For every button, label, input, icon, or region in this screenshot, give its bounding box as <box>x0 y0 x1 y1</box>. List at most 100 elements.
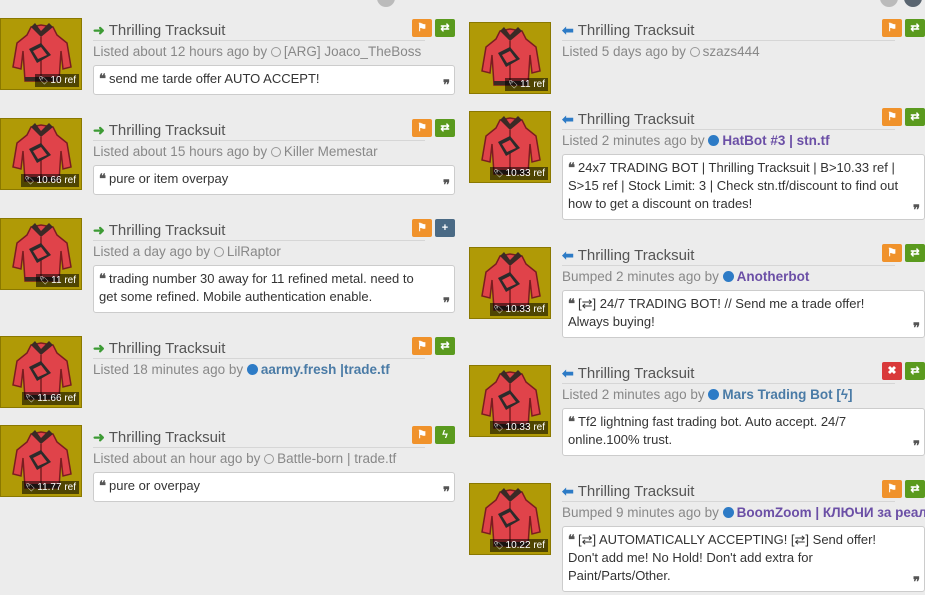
report-flag-button[interactable]: ⚑ <box>412 337 432 355</box>
user-link[interactable]: aarmy.fresh |trade.tf <box>261 362 390 377</box>
listing-title-row: ➜ Thrilling Tracksuit ⚑ ⇄ <box>93 337 455 359</box>
item-thumbnail[interactable]: 🏷 10.66 ref <box>0 118 82 190</box>
item-name[interactable]: Thrilling Tracksuit <box>109 22 226 39</box>
item-name[interactable]: Thrilling Tracksuit <box>578 365 695 382</box>
user-link[interactable]: HatBot #3 | stn.tf <box>722 133 829 148</box>
listing-info: ⬅ Thrilling Tracksuit ⚑ ⇄ Listed 5 days ag… <box>562 19 925 59</box>
listing-actions: ⚑ ⇄ <box>412 19 455 37</box>
item-name[interactable]: Thrilling Tracksuit <box>109 222 226 239</box>
report-flag-button[interactable]: ⚑ <box>412 19 432 37</box>
quote-close-icon: ❞ <box>913 574 920 589</box>
user-link[interactable]: BoomZoom | КЛЮЧИ за реал <box>737 505 925 520</box>
price-tag-icon: 🏷 <box>508 80 519 89</box>
offline-status-icon <box>270 47 281 57</box>
item-thumbnail[interactable]: 🏷 10 ref <box>0 18 82 90</box>
send-trade-offer-button[interactable]: ⇄ <box>905 362 925 380</box>
listed-time: Listed about 12 hours ago by <box>93 44 268 59</box>
listing-info: ⬅ Thrilling Tracksuit ⚑ ⇄ Listed 2 minutes… <box>562 108 925 220</box>
listing-meta: Listed about 15 hours ago by Killer Meme… <box>93 144 455 159</box>
report-flag-button[interactable]: ⚑ <box>882 19 902 37</box>
item-thumbnail[interactable]: 🏷 10.33 ref <box>469 247 551 319</box>
sell-arrow-icon: ⬅ <box>562 22 574 38</box>
listing-actions: ⚑ ϟ <box>412 426 455 444</box>
item-thumbnail[interactable]: 🏷 11 ref <box>469 22 551 94</box>
listing-title-row: ⬅ Thrilling Tracksuit ✖ ⇄ <box>562 362 925 384</box>
online-status-icon <box>722 271 734 282</box>
user-link[interactable]: Battle-born | trade.tf <box>277 451 396 466</box>
listed-time: Listed a day ago by <box>93 244 211 259</box>
price-value: 10.33 ref <box>505 422 545 433</box>
report-flag-button[interactable]: ⚑ <box>412 119 432 137</box>
listing-actions: ⚑ ⇄ <box>882 19 925 37</box>
online-status-icon <box>708 135 720 146</box>
price-tag-icon: 🏷 <box>38 76 49 85</box>
report-flag-button[interactable]: ⚑ <box>882 480 902 498</box>
report-flag-button[interactable]: ⚑ <box>882 108 902 126</box>
item-name[interactable]: Thrilling Tracksuit <box>578 247 695 264</box>
item-name[interactable]: Thrilling Tracksuit <box>109 340 226 357</box>
sell-arrow-icon: ⬅ <box>562 483 574 499</box>
add-friend-button[interactable]: + <box>435 219 455 237</box>
listing-comment: ❝ trading number 30 away for 11 refined m… <box>93 265 455 313</box>
price-badge: 🏷 11 ref <box>505 78 548 91</box>
report-flag-button[interactable]: ⚑ <box>882 244 902 262</box>
item-name[interactable]: Thrilling Tracksuit <box>109 122 226 139</box>
item-name[interactable]: Thrilling Tracksuit <box>578 22 695 39</box>
listing-title-row: ⬅ Thrilling Tracksuit ⚑ ⇄ <box>562 108 925 130</box>
user-link[interactable]: [ARG] Joaco_TheBoss <box>284 44 421 59</box>
quote-open-icon: ❝ <box>568 296 575 311</box>
item-thumbnail[interactable]: 🏷 11 ref <box>0 218 82 290</box>
buy-arrow-icon: ➜ <box>93 222 105 238</box>
partial-button-icon <box>377 0 395 7</box>
quote-open-icon: ❝ <box>99 71 106 86</box>
send-trade-offer-button[interactable]: ⇄ <box>905 480 925 498</box>
price-badge: 🏷 10.66 ref <box>21 174 79 187</box>
send-trade-offer-button[interactable]: ⇄ <box>905 244 925 262</box>
item-thumbnail[interactable]: 🏷 11.66 ref <box>0 336 82 408</box>
user-link[interactable]: Anotherbot <box>737 269 810 284</box>
user-link[interactable]: Mars Trading Bot [ϟ] <box>722 387 852 402</box>
item-thumbnail[interactable]: 🏷 10.33 ref <box>469 111 551 183</box>
send-trade-offer-button[interactable]: ⇄ <box>905 108 925 126</box>
price-tag-icon: 🏷 <box>24 176 35 185</box>
instant-trade-button[interactable]: ϟ <box>435 426 455 444</box>
listing-actions: ⚑ + <box>412 219 455 237</box>
price-badge: 🏷 11 ref <box>36 274 79 287</box>
item-thumbnail[interactable]: 🏷 10.22 ref <box>469 483 551 555</box>
user-link[interactable]: szazs444 <box>703 44 760 59</box>
price-value: 11 ref <box>51 275 76 286</box>
report-flag-button[interactable]: ⚑ <box>412 426 432 444</box>
send-trade-offer-button[interactable]: ⇄ <box>435 119 455 137</box>
item-thumbnail[interactable]: 🏷 10.33 ref <box>469 365 551 437</box>
send-trade-offer-button[interactable]: ⇄ <box>435 19 455 37</box>
listing-comment: ❝ [⇄] AUTOMATICALLY ACCEPTING! [⇄] Send o… <box>562 526 925 592</box>
listing-actions: ⚑ ⇄ <box>882 108 925 126</box>
report-flag-button[interactable]: ⚑ <box>412 219 432 237</box>
user-link[interactable]: LilRaptor <box>227 244 281 259</box>
price-tag-icon: 🏷 <box>493 541 504 550</box>
price-value: 10.33 ref <box>505 304 545 315</box>
listing-actions: ⚑ ⇄ <box>882 244 925 262</box>
offline-status-icon <box>264 454 275 464</box>
buy-arrow-icon: ➜ <box>93 429 105 445</box>
offline-status-icon <box>270 147 281 157</box>
listing-meta: Listed 18 minutes ago by aarmy.fresh |tr… <box>93 362 455 377</box>
item-name[interactable]: Thrilling Tracksuit <box>578 111 695 128</box>
item-name[interactable]: Thrilling Tracksuit <box>109 429 226 446</box>
price-badge: 🏷 10 ref <box>35 74 79 87</box>
comment-text: pure or overpay <box>109 478 201 493</box>
send-trade-offer-button[interactable]: ⇄ <box>435 337 455 355</box>
user-link[interactable]: Killer Memestar <box>284 144 378 159</box>
listing-title-row: ➜ Thrilling Tracksuit ⚑ + <box>93 219 455 241</box>
delete-listing-button[interactable]: ✖ <box>882 362 902 380</box>
listed-time: Bumped 9 minutes ago by <box>562 505 719 520</box>
listing-comment: ❝ pure or item overpay ❞ <box>93 165 455 195</box>
offline-status-icon <box>213 247 224 257</box>
item-thumbnail[interactable]: 🏷 11.77 ref <box>0 425 82 497</box>
price-badge: 🏷 10.33 ref <box>490 303 548 316</box>
comment-text: send me tarde offer AUTO ACCEPT! <box>109 71 320 86</box>
listed-time: Listed 2 minutes ago by <box>562 387 705 402</box>
send-trade-offer-button[interactable]: ⇄ <box>905 19 925 37</box>
sell-arrow-icon: ⬅ <box>562 247 574 263</box>
item-name[interactable]: Thrilling Tracksuit <box>578 483 695 500</box>
